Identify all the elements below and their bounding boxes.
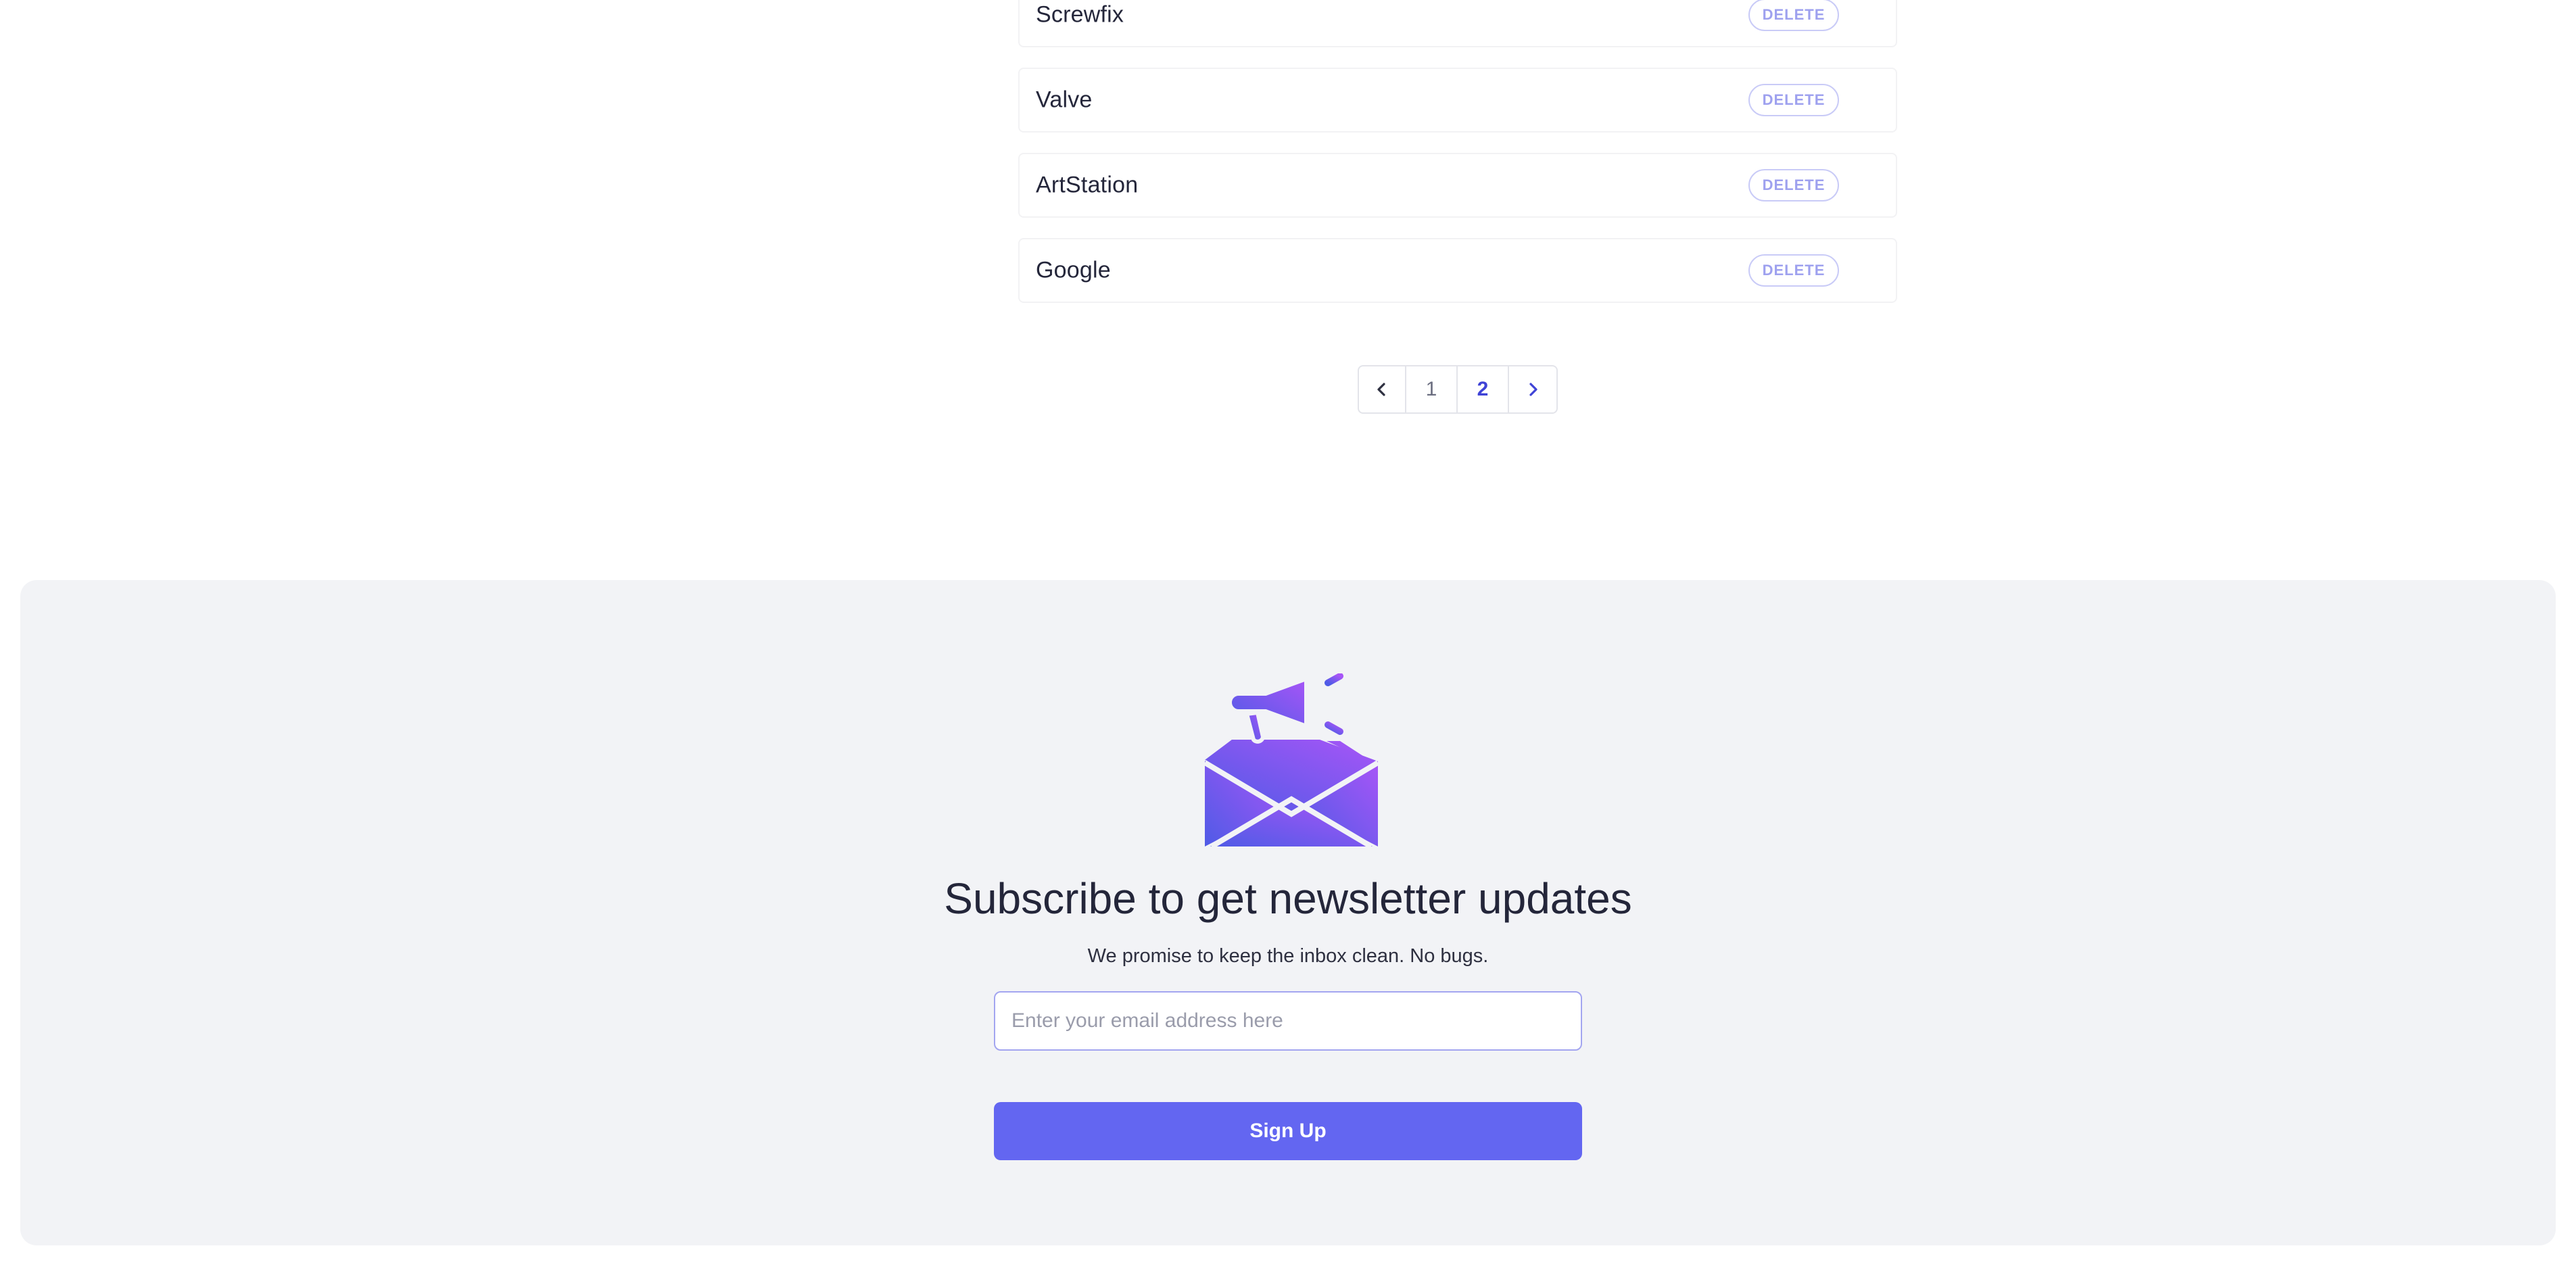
chevron-right-icon [1529,383,1537,396]
list-item: Google DELETE [1018,238,1897,303]
list-item: Valve DELETE [1018,68,1897,133]
megaphone-envelope-icon [1205,673,1378,846]
page-2-button[interactable]: 2 [1458,366,1509,412]
previous-page-button[interactable] [1359,366,1406,412]
delete-button[interactable]: DELETE [1748,254,1839,287]
pagination: 1 2 [1358,365,1558,414]
list-item: ArtStation DELETE [1018,153,1897,218]
next-page-button[interactable] [1509,366,1556,412]
delete-button[interactable]: DELETE [1748,84,1839,116]
newsletter-title: Subscribe to get newsletter updates [944,874,1632,923]
chevron-left-icon [1377,383,1385,396]
delete-button[interactable]: DELETE [1748,169,1839,201]
email-field[interactable] [994,991,1582,1051]
sign-up-button[interactable]: Sign Up [994,1102,1582,1160]
page-1-button[interactable]: 1 [1406,366,1458,412]
company-name: ArtStation [1036,172,1139,198]
company-name: Screwfix [1036,1,1124,28]
company-name: Google [1036,257,1111,283]
list-item: Screwfix DELETE [1018,0,1897,47]
newsletter-panel: Subscribe to get newsletter updates We p… [20,580,2556,1245]
newsletter-subtitle: We promise to keep the inbox clean. No b… [1087,945,1489,967]
company-name: Valve [1036,87,1093,113]
delete-button[interactable]: DELETE [1748,0,1839,31]
